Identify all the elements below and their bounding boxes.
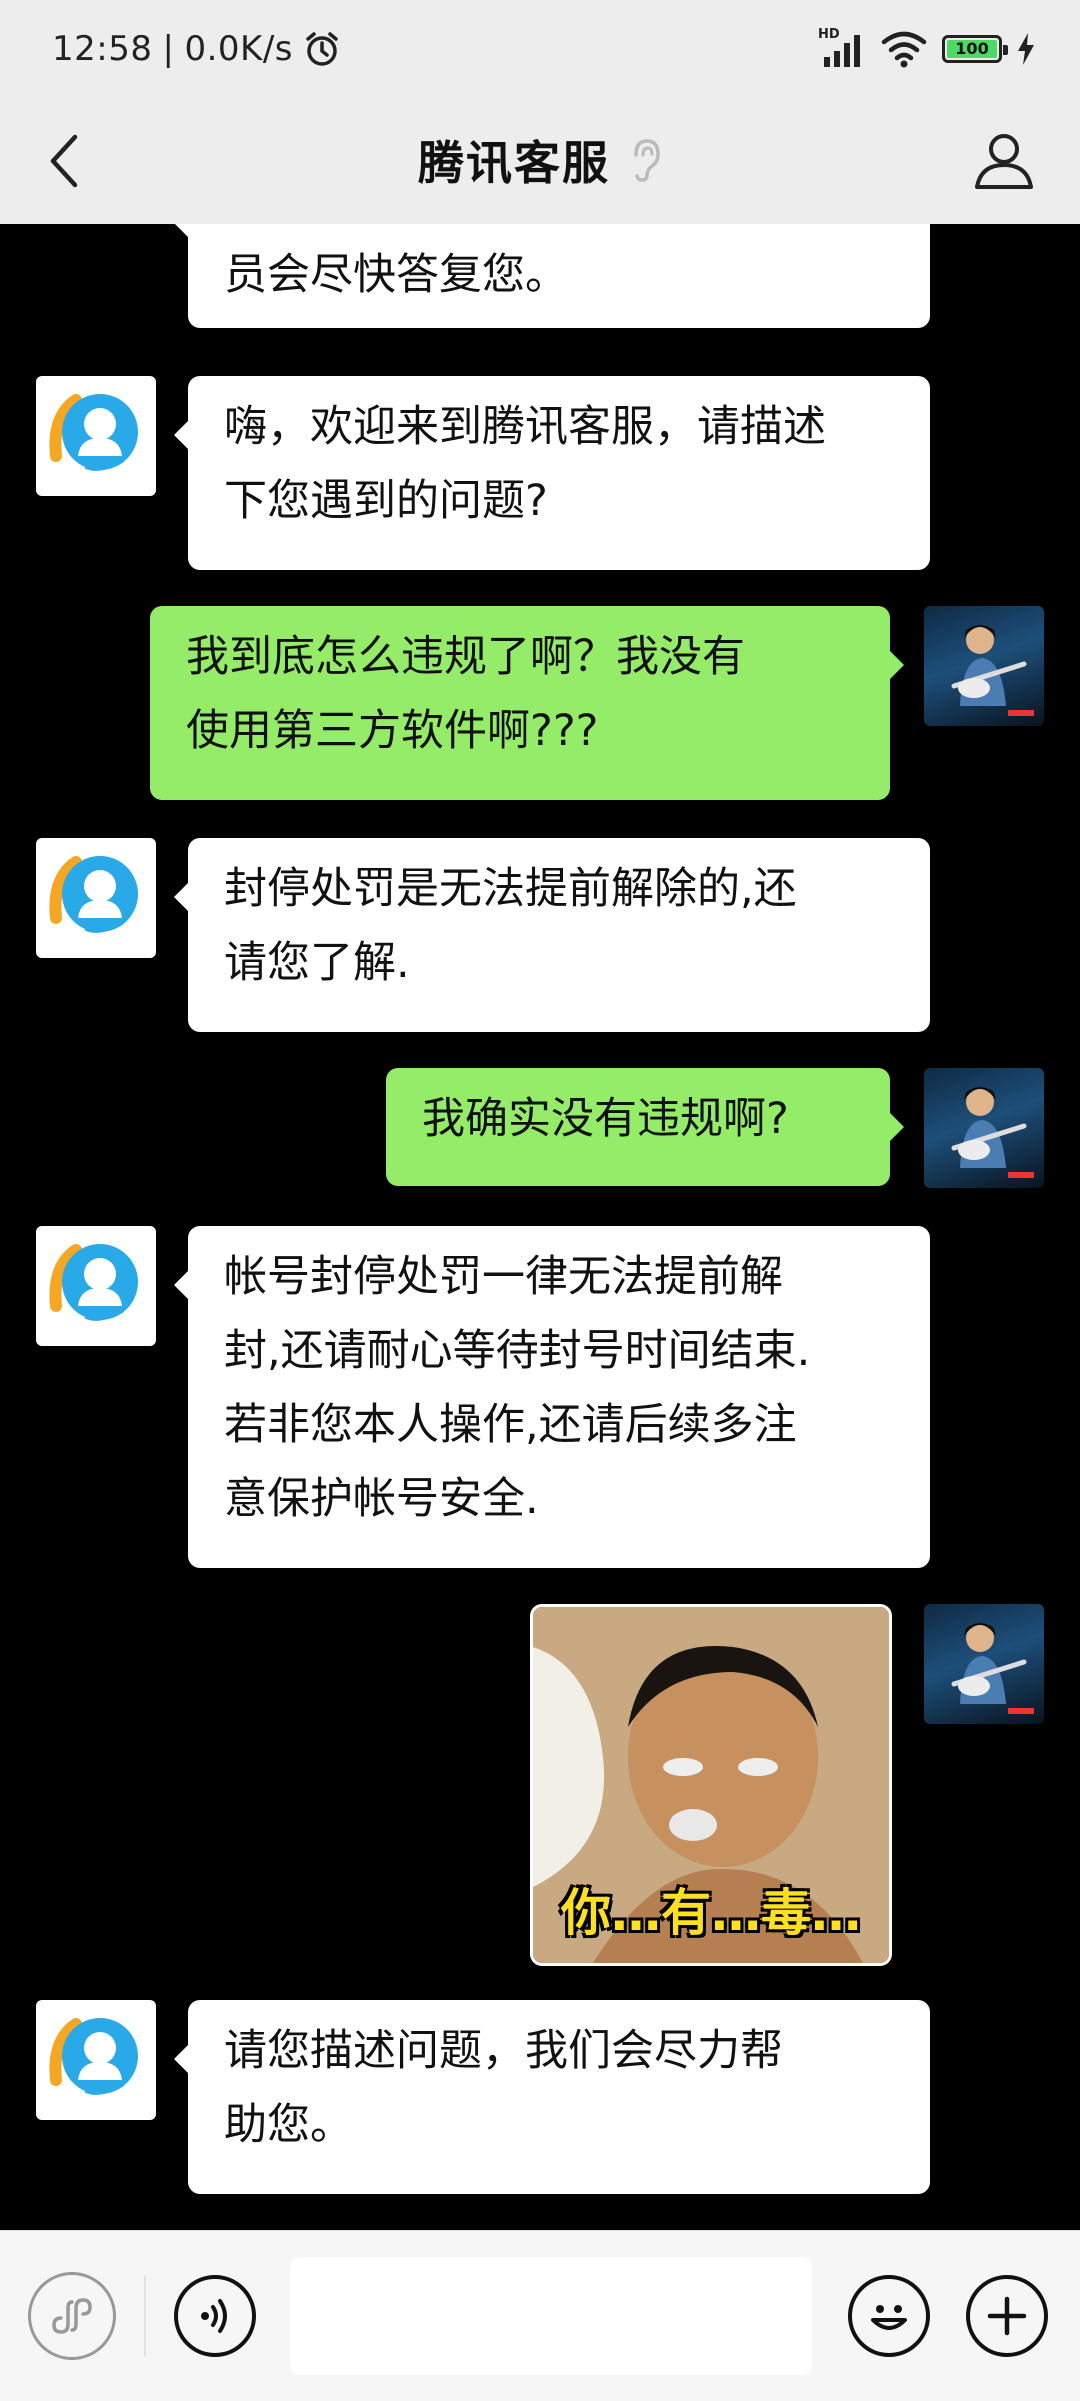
signal-icon: HD: [818, 27, 866, 69]
avatar-customer-service[interactable]: [36, 2000, 156, 2120]
plus-button[interactable]: [966, 2275, 1048, 2357]
sticker-caption: 你…有…毒…: [561, 1884, 861, 1942]
plus-icon: [987, 2296, 1027, 2336]
message-text-line: 嗨，欢迎来到腾讯客服，请描述: [224, 402, 826, 452]
status-speed: 0.0K/s: [184, 29, 293, 69]
mini-program-button[interactable]: [28, 2272, 116, 2360]
status-separator: |: [162, 29, 175, 69]
status-bar: 12:58 | 0.0K/s HD 100: [0, 0, 1080, 96]
title-bar: 腾讯客服: [0, 96, 1080, 225]
message-bubble-incoming[interactable]: 员会尽快答复您。: [174, 224, 930, 328]
message-text-line: 下您遇到的问题?: [224, 476, 548, 526]
emoji-button[interactable]: [848, 2275, 930, 2357]
sticker-image[interactable]: 你…有…毒…: [530, 1604, 892, 1966]
message-text-line: 我确实没有违规啊?: [422, 1094, 789, 1144]
message-input[interactable]: [290, 2257, 812, 2375]
message-bubble-incoming[interactable]: 嗨，欢迎来到腾讯客服，请描述 下您遇到的问题?: [174, 376, 930, 570]
input-bar: [0, 2230, 1080, 2401]
message-bubble-incoming[interactable]: 封停处罚是无法提前解除的,还 请您了解.: [174, 838, 930, 1032]
qq-service-logo-icon: [49, 1244, 138, 1321]
qq-service-logo-icon: [49, 2018, 138, 2095]
avatar-customer-service[interactable]: [36, 376, 156, 496]
guitarist-avatar-icon: [951, 625, 1034, 716]
message-bubble-outgoing[interactable]: 我确实没有违规啊?: [386, 1068, 904, 1186]
status-time: 12:58: [52, 29, 153, 69]
qq-service-logo-icon: [49, 856, 138, 933]
battery-level: 100: [947, 40, 997, 58]
guitarist-avatar-icon: [951, 1087, 1034, 1178]
voice-icon: [201, 2299, 227, 2333]
message-bubble-incoming[interactable]: 帐号封停处罚一律无法提前解 封,还请耐心等待封号时间结束. 若非您本人操作,还请…: [174, 1226, 930, 1568]
alarm-icon: [306, 32, 338, 66]
person-icon: [975, 134, 1033, 189]
avatar-customer-service[interactable]: [36, 1226, 156, 1346]
message-bubble-incoming[interactable]: 请您描述问题，我们会尽力帮 助您。: [174, 2000, 930, 2194]
emoji-icon: [871, 2305, 907, 2330]
avatar-customer-service[interactable]: [36, 838, 156, 958]
message-text-line: 封,还请耐心等待封号时间结束.: [224, 1326, 811, 1376]
status-right: HD 100: [818, 26, 1036, 72]
input-divider: [144, 2275, 146, 2357]
mini-program-icon: [52, 2298, 92, 2334]
qq-service-logo-icon: [49, 394, 138, 471]
chat-area[interactable]: 员会尽快答复您。 嗨，欢迎来到腾讯客服，请描述 下您遇到的问题? 我到底怎么违规…: [0, 224, 1080, 2230]
page-title: 腾讯客服: [418, 136, 610, 190]
message-text-line: 使用第三方软件啊???: [186, 706, 599, 756]
status-left: 12:58 | 0.0K/s: [52, 28, 341, 70]
message-text-line: 我到底怎么违规了啊？我没有: [186, 632, 745, 682]
message-bubble-outgoing[interactable]: 我到底怎么违规了啊？我没有 使用第三方软件啊???: [150, 606, 904, 800]
message-text-line: 封停处罚是无法提前解除的,还: [224, 864, 797, 914]
guitarist-avatar-icon: [951, 1623, 1034, 1714]
profile-button[interactable]: [962, 118, 1046, 202]
message-text-line: 意保护帐号安全.: [224, 1474, 539, 1524]
ear-icon[interactable]: [630, 137, 662, 183]
avatar-user[interactable]: [924, 1068, 1044, 1188]
avatar-user[interactable]: [924, 1604, 1044, 1724]
message-text-line: 帐号封停处罚一律无法提前解: [224, 1252, 783, 1302]
message-text-line: 若非您本人操作,还请后续多注: [224, 1400, 797, 1450]
message-text-line: 请您描述问题，我们会尽力帮: [224, 2026, 783, 2076]
battery-icon: 100: [942, 35, 1008, 63]
charging-icon: [1018, 33, 1034, 65]
avatar-user[interactable]: [924, 606, 1044, 726]
message-text-line: 助您。: [224, 2100, 353, 2150]
wifi-icon: [881, 31, 927, 68]
message-text-line: 员会尽快答复您。: [224, 250, 568, 300]
title-wrap: 腾讯客服: [0, 96, 1080, 224]
voice-button[interactable]: [174, 2275, 256, 2357]
message-text-line: 请您了解.: [224, 938, 410, 988]
